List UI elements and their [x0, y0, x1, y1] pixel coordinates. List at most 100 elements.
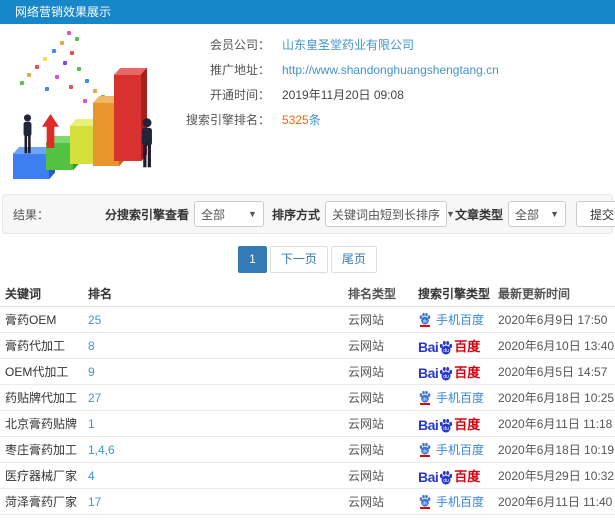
- confetti-dot: [55, 75, 59, 79]
- col-header-rank-type: 排名类型: [348, 287, 397, 301]
- mobile-baidu-label: 手机百度: [436, 313, 485, 327]
- baidu-logo-baidu: 百度: [454, 469, 481, 484]
- confetti-dot: [20, 81, 24, 85]
- confetti-dot: [83, 99, 87, 103]
- keyword-rank-table: 关键词 排名 排名类型 搜索引擎类型 最新更新时间 膏药OEM 25 云网站 d…: [0, 281, 615, 515]
- baidu-paw-icon: du: [418, 390, 432, 405]
- svg-text:du: du: [444, 426, 450, 432]
- baidu-logo-bai: Bai: [418, 365, 439, 381]
- keyword-cell: OEM代加工: [5, 365, 69, 379]
- engine-type-cell: du 手机百度 du: [418, 441, 498, 458]
- mobile-baidu-logo: du 手机百度: [418, 493, 484, 510]
- engine-filter-label: 分搜索引擎查看: [104, 207, 189, 222]
- updated-cell: 2020年6月10日 13:40: [498, 339, 615, 353]
- rank-link[interactable]: 9: [88, 365, 95, 379]
- baidu-logo-bai: Bai: [418, 417, 439, 433]
- keyword-cell: 膏药代加工: [5, 339, 66, 353]
- bar-chart-bar-blue: [12, 146, 56, 180]
- rank-link[interactable]: 4: [88, 469, 95, 483]
- promo-url-link[interactable]: http://www.shandonghuangshengtang.cn: [282, 63, 499, 77]
- rank-link[interactable]: 8: [88, 339, 95, 353]
- keyword-cell: 医疗器械厂家: [5, 469, 78, 483]
- keyword-cell: 药贴牌代加工: [5, 391, 78, 405]
- confetti-dot: [63, 61, 67, 65]
- confetti-dot: [35, 65, 39, 69]
- engine-type-cell: du Bai du 百度: [418, 362, 498, 381]
- confetti-dot: [45, 87, 49, 91]
- confetti-dot: [75, 37, 79, 41]
- confetti-dot: [69, 85, 73, 89]
- page-button-current[interactable]: 1: [238, 246, 267, 273]
- table-row: 膏药代加工 8 云网站 du Bai: [0, 333, 615, 359]
- rank-count-label: 搜索引擎排名：: [185, 113, 270, 127]
- article-type-select[interactable]: 全部 ▼: [508, 201, 566, 227]
- result-label: 结果：: [13, 207, 50, 222]
- rank-count-number: 5325: [282, 113, 309, 127]
- col-header-keyword: 关键词: [5, 287, 42, 301]
- updated-cell: 2020年6月18日 10:19: [498, 443, 615, 457]
- engine-filter-select[interactable]: 全部 ▼: [193, 201, 264, 227]
- rank-link[interactable]: 17: [88, 495, 101, 509]
- chevron-down-icon: ▼: [446, 209, 455, 219]
- table-row: 枣庄膏药加工 1,4,6 云网站 du 手机百度 2020年6月18日 10:1…: [0, 437, 615, 463]
- table-row: 菏泽膏药厂家 17 云网站 du 手机百度 2020年6月11日 11:40: [0, 489, 615, 515]
- baidu-logo: Bai du 百度: [418, 466, 480, 485]
- promo-url-row: 推广地址： http://www.shandonghuangshengtang.…: [178, 61, 499, 78]
- baidu-red-underline: [420, 403, 430, 405]
- member-info-section: 会员公司： 山东皇圣堂药业有限公司 推广地址： http://www.shand…: [0, 24, 615, 194]
- member-info-rows: 会员公司： 山东皇圣堂药业有限公司 推广地址： http://www.shand…: [178, 36, 499, 136]
- engine-type-cell: du 手机百度 du: [418, 493, 498, 510]
- rank-type-cell: 云网站: [348, 495, 385, 509]
- sort-value: 关键词由短到长排序: [331, 207, 440, 222]
- keyword-cell: 北京膏药贴牌: [5, 417, 78, 431]
- article-type-label: 文章类型: [454, 207, 503, 222]
- sort-select[interactable]: 关键词由短到长排序 ▼: [324, 201, 455, 227]
- submit-button[interactable]: 提交: [576, 201, 615, 227]
- page-button-last[interactable]: 尾页: [330, 246, 377, 273]
- rank-link[interactable]: 1,4,6: [88, 443, 115, 457]
- baidu-logo-baidu: 百度: [454, 417, 481, 432]
- updated-cell: 2020年6月9日 17:50: [498, 313, 608, 327]
- rank-link[interactable]: 27: [88, 391, 101, 405]
- baidu-logo-baidu: 百度: [454, 339, 481, 354]
- svg-text:du: du: [423, 396, 428, 401]
- confetti-dot: [43, 57, 47, 61]
- rank-type-cell: 云网站: [348, 313, 385, 327]
- baidu-logo: Bai du 百度: [418, 336, 480, 355]
- confetti-dot: [52, 49, 56, 53]
- mobile-baidu-label: 手机百度: [436, 391, 485, 405]
- page-button-next[interactable]: 下一页: [269, 246, 328, 273]
- open-time-row: 开通时间： 2019年11月20日 09:08: [178, 86, 499, 103]
- chevron-down-icon: ▼: [550, 209, 559, 219]
- pagination: 1 下一页 尾页: [0, 246, 615, 273]
- open-time-value: 2019年11月20日 09:08: [282, 88, 404, 102]
- baidu-paw-icon: du: [418, 312, 432, 327]
- mobile-baidu-logo: du 手机百度: [418, 389, 484, 406]
- rank-link[interactable]: 25: [88, 313, 101, 327]
- promo-url-label: 推广地址：: [209, 63, 270, 77]
- member-company-link[interactable]: 山东皇圣堂药业有限公司: [282, 36, 414, 53]
- confetti-dot: [70, 51, 74, 55]
- confetti-dot: [77, 67, 81, 71]
- engine-type-cell: du Bai du 百度: [418, 336, 498, 355]
- updated-cell: 2020年6月11日 11:18: [498, 417, 613, 431]
- open-time-label: 开通时间：: [209, 88, 270, 102]
- baidu-logo: Bai du 百度: [418, 414, 480, 433]
- table-row: OEM代加工 9 云网站 du Bai: [0, 359, 615, 385]
- businessman-figure-right: [142, 118, 152, 168]
- rank-link[interactable]: 1: [88, 417, 95, 431]
- table-row: 北京膏药贴牌 1 云网站 du Bai: [0, 411, 615, 437]
- mobile-baidu-logo: du 手机百度: [418, 441, 484, 458]
- baidu-paw-icon: du: [418, 442, 432, 457]
- table-header-row: 关键词 排名 排名类型 搜索引擎类型 最新更新时间: [0, 281, 615, 307]
- mobile-baidu-label: 手机百度: [436, 443, 485, 457]
- svg-text:du: du: [444, 478, 450, 484]
- growth-chart-illustration: [5, 29, 180, 181]
- baidu-paw-icon: du: [418, 494, 432, 509]
- baidu-logo-bai: Bai: [418, 469, 439, 485]
- filter-controls: 分搜索引擎查看 全部 ▼ 排序方式 关键词由短到长排序 ▼ 文章类型 全部 ▼ …: [97, 201, 615, 227]
- col-header-updated: 最新更新时间: [498, 287, 571, 301]
- keyword-cell: 膏药OEM: [5, 313, 57, 327]
- svg-text:du: du: [423, 318, 428, 323]
- rank-count-value: 5325条: [282, 111, 321, 128]
